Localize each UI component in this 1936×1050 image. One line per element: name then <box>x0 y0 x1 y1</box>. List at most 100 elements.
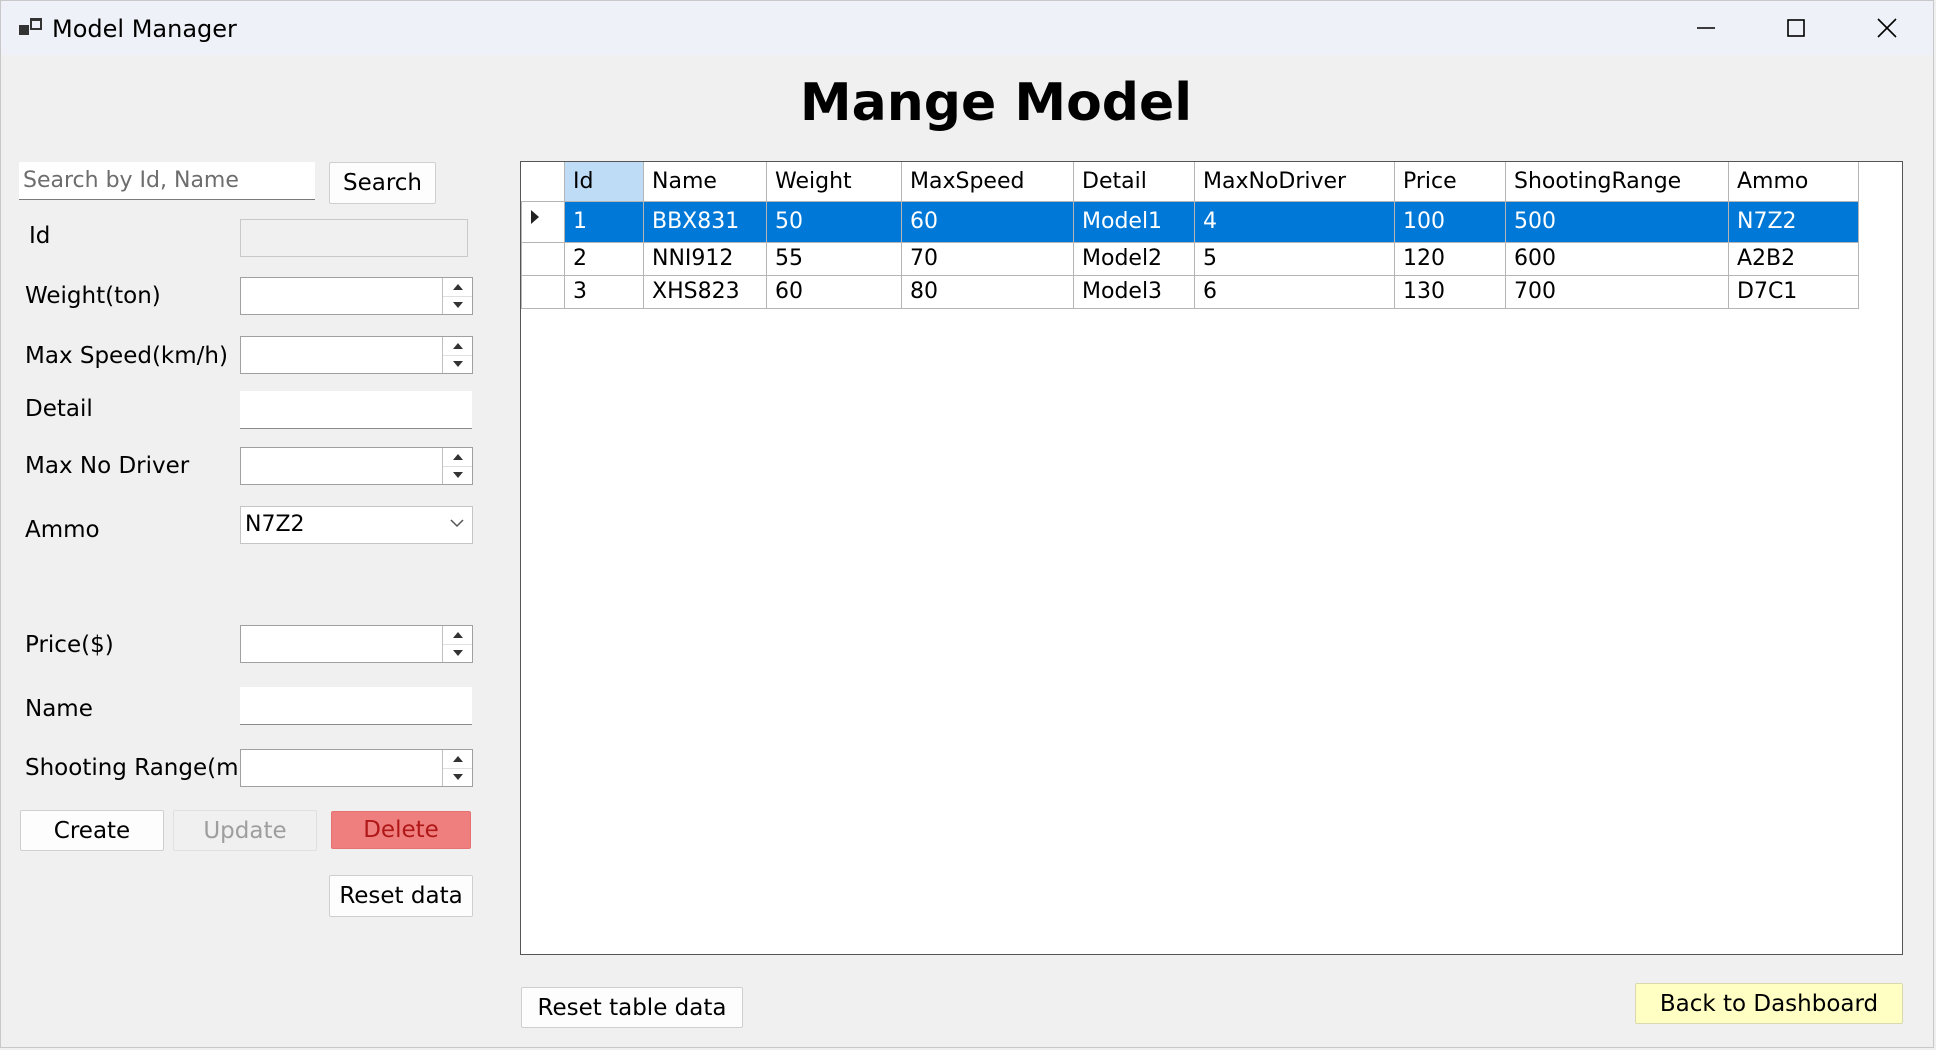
caret-up-icon <box>452 284 463 290</box>
table-row[interactable]: 2 NNI912 55 70 Model2 5 120 600 A2B2 <box>521 241 1859 276</box>
close-button[interactable] <box>1842 1 1932 55</box>
delete-button[interactable]: Delete <box>331 811 471 849</box>
table-row[interactable]: 1 BBX831 50 60 Model1 4 100 500 N7Z2 <box>521 200 1859 243</box>
title-bar: Model Manager <box>1 1 1933 55</box>
weight-stepper[interactable] <box>240 277 473 315</box>
id-label: Id <box>29 223 51 249</box>
cell-price[interactable]: 120 <box>1394 241 1506 276</box>
caret-down-icon <box>452 361 463 367</box>
caret-up-icon <box>452 454 463 460</box>
caret-down-icon <box>452 472 463 478</box>
cell-price[interactable]: 130 <box>1394 274 1506 309</box>
row-header[interactable] <box>521 200 565 243</box>
reset-data-button[interactable]: Reset data <box>329 875 473 917</box>
max-speed-increment-button[interactable] <box>443 337 472 356</box>
page-title: Mange Model <box>799 73 1193 133</box>
model-manager-window: Model Manager Mange Model Search Id Weig… <box>0 0 1934 1048</box>
cell-ammo[interactable]: N7Z2 <box>1728 200 1859 243</box>
caret-down-icon <box>452 650 463 656</box>
column-header-price[interactable]: Price <box>1394 162 1506 202</box>
window-title: Model Manager <box>52 15 237 43</box>
max-speed-stepper[interactable] <box>240 336 473 374</box>
caret-up-icon <box>452 343 463 349</box>
cell-shootingrange[interactable]: 500 <box>1505 200 1729 243</box>
column-header-ammo[interactable]: Ammo <box>1728 162 1859 202</box>
cell-weight[interactable]: 50 <box>766 200 902 243</box>
price-decrement-button[interactable] <box>443 644 472 662</box>
cell-maxspeed[interactable]: 80 <box>901 274 1074 309</box>
minimize-button[interactable] <box>1661 1 1751 55</box>
ammo-selected-value: N7Z2 <box>245 512 305 537</box>
table-row[interactable]: 3 XHS823 60 80 Model3 6 130 700 D7C1 <box>521 274 1859 309</box>
search-input[interactable] <box>19 162 315 200</box>
price-stepper[interactable] <box>240 625 473 663</box>
cell-name[interactable]: NNI912 <box>643 241 767 276</box>
update-button[interactable]: Update <box>173 810 317 851</box>
price-spin-buttons <box>442 626 472 662</box>
cell-maxspeed[interactable]: 70 <box>901 241 1074 276</box>
max-speed-decrement-button[interactable] <box>443 355 472 373</box>
back-to-dashboard-button[interactable]: Back to Dashboard <box>1635 983 1903 1024</box>
id-field <box>240 219 468 257</box>
column-header-maxspeed[interactable]: MaxSpeed <box>901 162 1074 202</box>
shooting-range-decrement-button[interactable] <box>443 768 472 786</box>
cell-price[interactable]: 100 <box>1394 200 1506 243</box>
max-no-driver-spin-buttons <box>442 448 472 484</box>
caret-up-icon <box>452 632 463 638</box>
name-field[interactable] <box>240 687 472 725</box>
row-header[interactable] <box>521 241 565 276</box>
column-header-detail[interactable]: Detail <box>1073 162 1195 202</box>
create-button[interactable]: Create <box>20 810 164 851</box>
cell-weight[interactable]: 60 <box>766 274 902 309</box>
cell-id[interactable]: 2 <box>564 241 644 276</box>
cell-detail[interactable]: Model3 <box>1073 274 1195 309</box>
maximize-button[interactable] <box>1751 1 1841 55</box>
cell-detail[interactable]: Model1 <box>1073 200 1195 243</box>
cell-shootingrange[interactable]: 600 <box>1505 241 1729 276</box>
shooting-range-label: Shooting Range(m) <box>25 755 248 781</box>
max-no-driver-increment-button[interactable] <box>443 448 472 467</box>
cell-id[interactable]: 3 <box>564 274 644 309</box>
column-header-name[interactable]: Name <box>643 162 767 202</box>
column-header-weight[interactable]: Weight <box>766 162 902 202</box>
caret-up-icon <box>452 756 463 762</box>
models-table: Id Name Weight MaxSpeed Detail MaxNoDriv… <box>521 162 1859 309</box>
caret-down-icon <box>452 774 463 780</box>
reset-table-data-button[interactable]: Reset table data <box>521 987 743 1028</box>
cell-weight[interactable]: 55 <box>766 241 902 276</box>
max-no-driver-label: Max No Driver <box>25 453 190 479</box>
cell-id[interactable]: 1 <box>564 200 644 243</box>
cell-name[interactable]: BBX831 <box>643 200 767 243</box>
weight-decrement-button[interactable] <box>443 296 472 314</box>
cell-maxnodriver[interactable]: 6 <box>1194 274 1395 309</box>
row-header[interactable] <box>521 274 565 309</box>
row-header-corner <box>521 162 565 202</box>
column-header-shootingrange[interactable]: ShootingRange <box>1505 162 1729 202</box>
column-header-id[interactable]: Id <box>564 162 644 202</box>
cell-maxnodriver[interactable]: 5 <box>1194 241 1395 276</box>
cell-ammo[interactable]: A2B2 <box>1728 241 1859 276</box>
cell-shootingrange[interactable]: 700 <box>1505 274 1729 309</box>
column-header-maxnodriver[interactable]: MaxNoDriver <box>1194 162 1395 202</box>
weight-spin-buttons <box>442 278 472 314</box>
ammo-select[interactable]: N7Z2 <box>240 506 473 544</box>
weight-increment-button[interactable] <box>443 278 472 297</box>
cell-maxspeed[interactable]: 60 <box>901 200 1074 243</box>
detail-label: Detail <box>25 396 93 422</box>
shooting-range-stepper[interactable] <box>240 749 473 787</box>
cell-ammo[interactable]: D7C1 <box>1728 274 1859 309</box>
search-button[interactable]: Search <box>329 162 436 204</box>
current-row-arrow-icon <box>531 209 539 224</box>
max-no-driver-stepper[interactable] <box>240 447 473 485</box>
shooting-range-increment-button[interactable] <box>443 750 472 769</box>
table-header-row: Id Name Weight MaxSpeed Detail MaxNoDriv… <box>521 162 1859 202</box>
cell-detail[interactable]: Model2 <box>1073 241 1195 276</box>
name-label: Name <box>25 696 93 722</box>
detail-field[interactable] <box>240 391 472 429</box>
price-increment-button[interactable] <box>443 626 472 645</box>
cell-maxnodriver[interactable]: 4 <box>1194 200 1395 243</box>
chevron-down-icon <box>450 519 464 528</box>
models-data-grid[interactable]: Id Name Weight MaxSpeed Detail MaxNoDriv… <box>520 161 1903 955</box>
cell-name[interactable]: XHS823 <box>643 274 767 309</box>
max-no-driver-decrement-button[interactable] <box>443 466 472 484</box>
